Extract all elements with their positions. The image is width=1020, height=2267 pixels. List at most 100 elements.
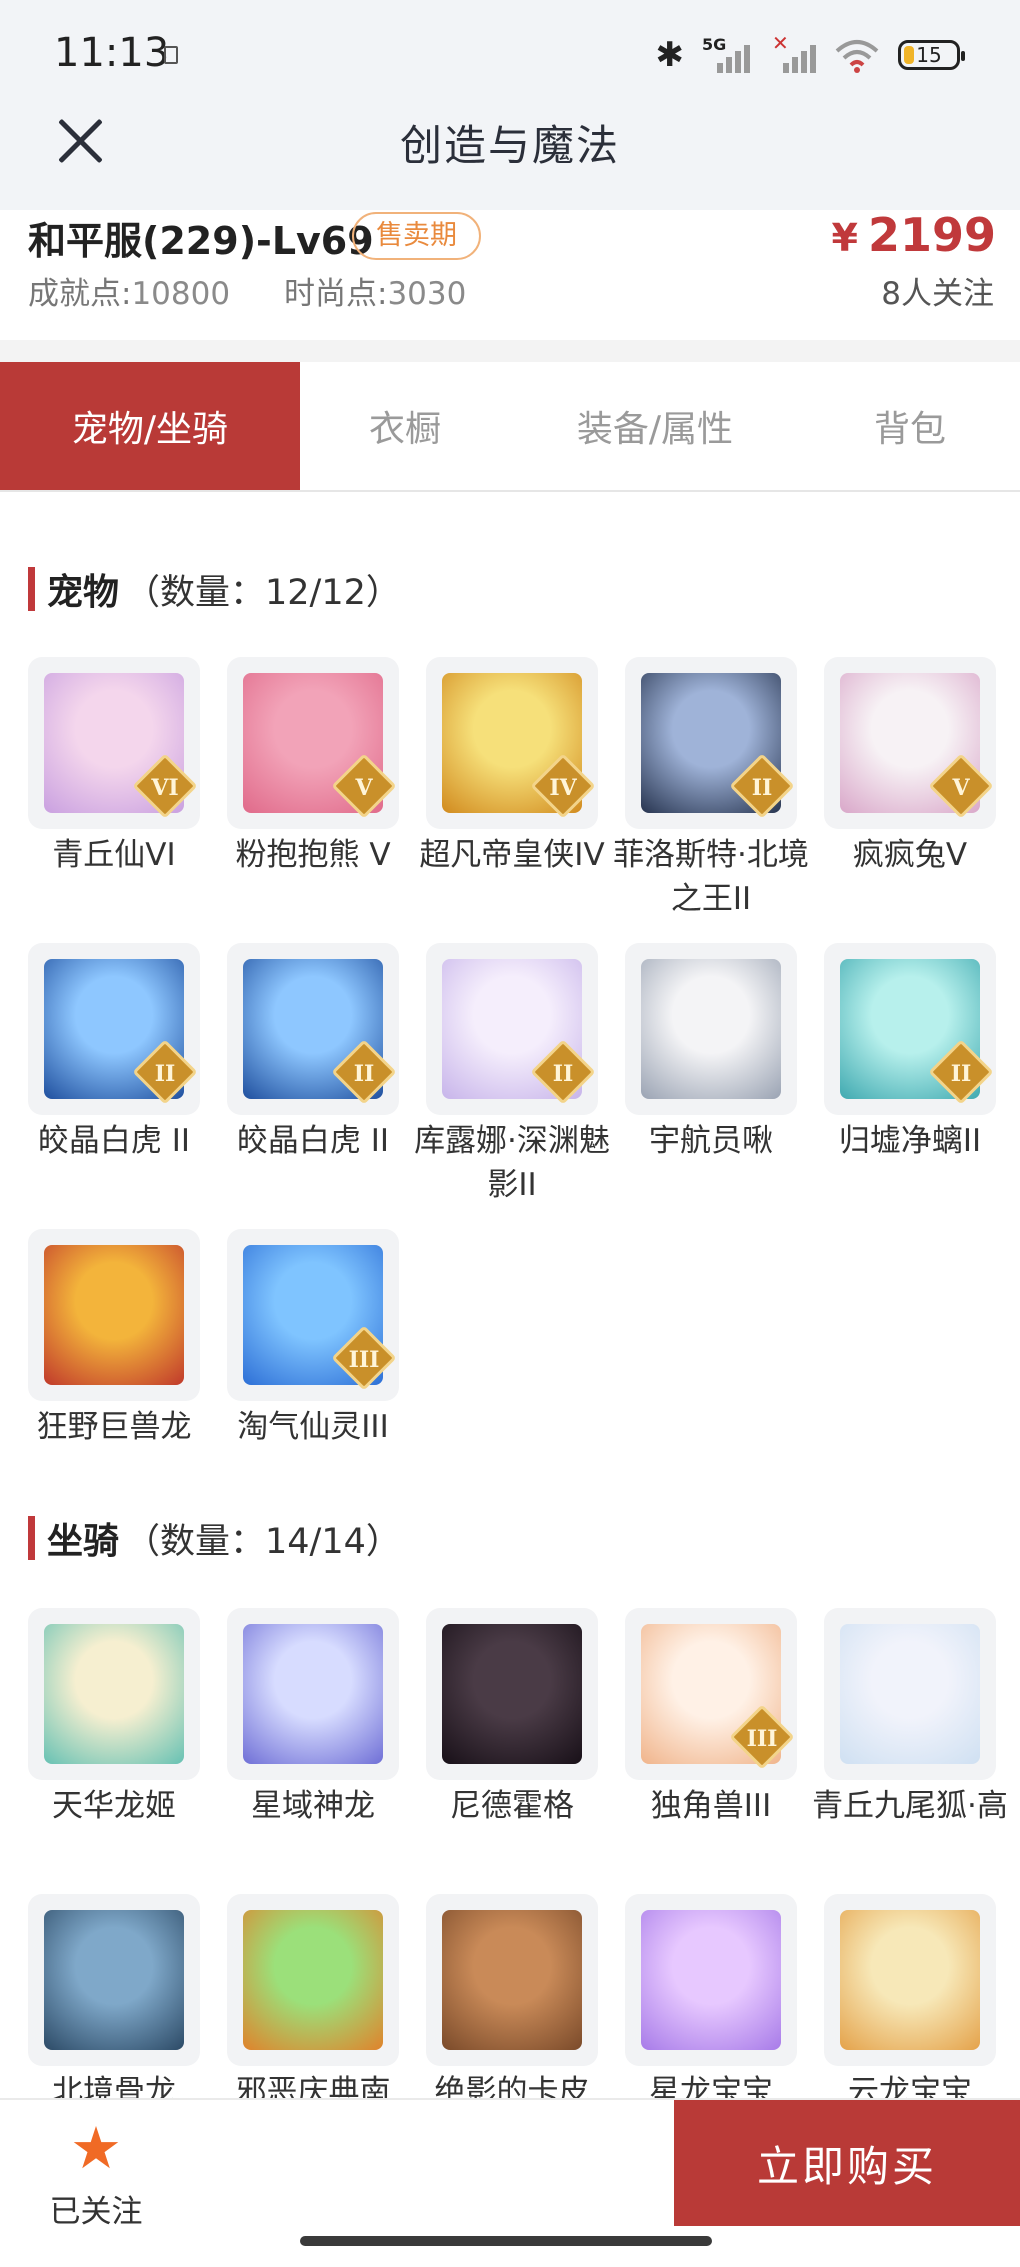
grid-item[interactable]: II 归墟净螭II: [824, 943, 996, 1229]
rank-label: III: [746, 1726, 778, 1752]
rank-label: II: [950, 1061, 972, 1087]
mounts-count: （数量：14/14）: [125, 1521, 401, 1562]
item-thumbnail: II: [625, 657, 797, 829]
grid-item[interactable]: II 库露娜·深渊魅影II: [414, 943, 610, 1229]
price: ¥2199: [832, 208, 996, 262]
item-thumbnail: [426, 1608, 598, 1780]
item-name: 尼德霍格: [450, 1788, 574, 1824]
item-thumbnail: III: [625, 1608, 797, 1780]
item-thumbnail: [824, 1608, 996, 1780]
baby-cloud-dragon-mount-icon: [840, 1910, 980, 2050]
item-thumbnail: [625, 943, 797, 1115]
bluetooth-icon: ✱: [655, 35, 685, 75]
item-name: 狂野巨兽龙: [36, 1409, 192, 1445]
item-thumbnail: V: [824, 657, 996, 829]
pumpkin-frog-mount-icon: [243, 1910, 383, 2050]
item-thumbnail: IV: [426, 657, 598, 829]
tab-wardrobe[interactable]: 衣橱: [300, 362, 510, 490]
buy-now-button[interactable]: 立即购买: [674, 2100, 1020, 2226]
grid-item[interactable]: II 皎晶白虎 II: [227, 943, 399, 1229]
tab-equipment[interactable]: 装备/属性: [510, 362, 800, 490]
account-summary: 和平服(229)-Lv69 售卖期 ¥2199 成就点:10800 时尚点:30…: [0, 208, 1020, 340]
rank-label: IV: [549, 775, 577, 801]
rank-label: II: [751, 775, 773, 801]
item-thumbnail: [227, 1608, 399, 1780]
rank-label: III: [348, 1347, 380, 1373]
item-thumbnail: II: [824, 943, 996, 1115]
pets-title: 宠物: [47, 572, 120, 613]
tab-bar: 宠物/坐骑 衣橱 装备/属性 背包: [0, 362, 1020, 492]
item-thumbnail: V: [227, 657, 399, 829]
grid-item[interactable]: V 疯疯兔V: [824, 657, 996, 943]
grid-item[interactable]: III 淘气仙灵III: [227, 1229, 399, 1515]
rank-label: VI: [151, 775, 179, 801]
sim-card-icon: [164, 46, 178, 64]
grid-item[interactable]: 青丘九尾狐·高: [812, 1608, 1008, 1894]
nine-tail-fox-mount-icon: [840, 1624, 980, 1764]
pets-count: （数量：12/12）: [125, 572, 401, 613]
price-value: 2199: [867, 208, 996, 262]
item-thumbnail: [625, 1894, 797, 2066]
item-thumbnail: [28, 1608, 200, 1780]
grid-item[interactable]: 宇航员啾: [625, 943, 797, 1229]
grid-item[interactable]: IV 超凡帝皇侠IV: [419, 657, 605, 943]
item-name: 疯疯兔V: [852, 837, 968, 873]
item-name: 粉抱抱熊 V: [235, 837, 391, 873]
battery-level: 15: [916, 43, 942, 67]
mounts-section-title: 坐骑 （数量：14/14）: [28, 1515, 401, 1562]
wifi-icon: [834, 37, 880, 73]
follow-button[interactable]: ★ 已关注: [44, 2116, 148, 2231]
achievement-label: 成就点:: [28, 276, 132, 312]
item-name: 淘气仙灵III: [237, 1409, 389, 1445]
star-icon: ★: [70, 2114, 122, 2182]
mounts-grid: 天华龙姬 星域神龙 尼德霍格 III 独角兽III 青丘九尾狐·高 北境骨龙 邪恶庆典南 绝影的…: [28, 1608, 1008, 2180]
battery-icon: 15: [898, 40, 965, 70]
item-name: 天华龙姬: [52, 1788, 176, 1824]
item-name: 皎晶白虎 II: [37, 1123, 191, 1159]
status-badge: 售卖期: [352, 212, 481, 260]
page-title: 创造与魔法: [399, 121, 620, 170]
rank-label: II: [353, 1061, 375, 1087]
item-thumbnail: [28, 1229, 200, 1401]
achievement-points: 成就点:10800: [28, 268, 230, 313]
signal-no-service-icon: ✕: [768, 31, 816, 75]
astronaut-pet-icon: [641, 959, 781, 1099]
tab-backpack[interactable]: 背包: [800, 362, 1020, 490]
grid-item[interactable]: 星域神龙: [227, 1608, 399, 1894]
mounts-title: 坐骑: [47, 1521, 120, 1562]
wild-beast-dragon-pet-icon: [44, 1245, 184, 1385]
star-dragon-mount-icon: [243, 1624, 383, 1764]
grid-item[interactable]: II 菲洛斯特·北境之王II: [613, 657, 809, 943]
home-indicator[interactable]: [300, 2236, 712, 2246]
item-name: 库露娜·深渊魅影II: [414, 1123, 610, 1203]
item-name: 皎晶白虎 II: [236, 1123, 390, 1159]
item-thumbnail: II: [28, 943, 200, 1115]
divider-band: [0, 340, 1020, 362]
follow-label: 已关注: [49, 2194, 143, 2230]
grid-item[interactable]: III 独角兽III: [625, 1608, 797, 1894]
system-icons: ✱ 5G ✕ 15: [655, 30, 965, 80]
item-name: 独角兽III: [650, 1788, 772, 1824]
item-name: 青丘仙VI: [52, 837, 176, 873]
tab-pets-mounts[interactable]: 宠物/坐骑: [0, 362, 300, 490]
rank-label: V: [355, 775, 373, 801]
grid-item[interactable]: 狂野巨兽龙: [28, 1229, 200, 1515]
grid-item[interactable]: 天华龙姬: [28, 1608, 200, 1894]
status-time: 11:13: [54, 30, 170, 76]
grid-item[interactable]: 尼德霍格: [426, 1608, 598, 1894]
item-thumbnail: [426, 1894, 598, 2066]
grid-item[interactable]: II 皎晶白虎 II: [28, 943, 200, 1229]
grid-item[interactable]: V 粉抱抱熊 V: [227, 657, 399, 943]
pets-section-title: 宠物 （数量：12/12）: [28, 566, 401, 613]
fashion-label: 时尚点:: [284, 276, 388, 312]
grid-item[interactable]: VI 青丘仙VI: [28, 657, 200, 943]
item-name: 菲洛斯特·北境之王II: [613, 837, 809, 917]
dragon-princess-mount-icon: [44, 1624, 184, 1764]
bone-dragon-mount-icon: [44, 1910, 184, 2050]
item-name: 超凡帝皇侠IV: [419, 837, 605, 873]
rank-label: II: [154, 1061, 176, 1087]
item-thumbnail: II: [426, 943, 598, 1115]
top-bar: 11:13 ✱ 5G ✕ 15 创造与魔法: [0, 0, 1020, 210]
capybara-mount-icon: [442, 1910, 582, 2050]
nidhogg-mount-icon: [442, 1624, 582, 1764]
